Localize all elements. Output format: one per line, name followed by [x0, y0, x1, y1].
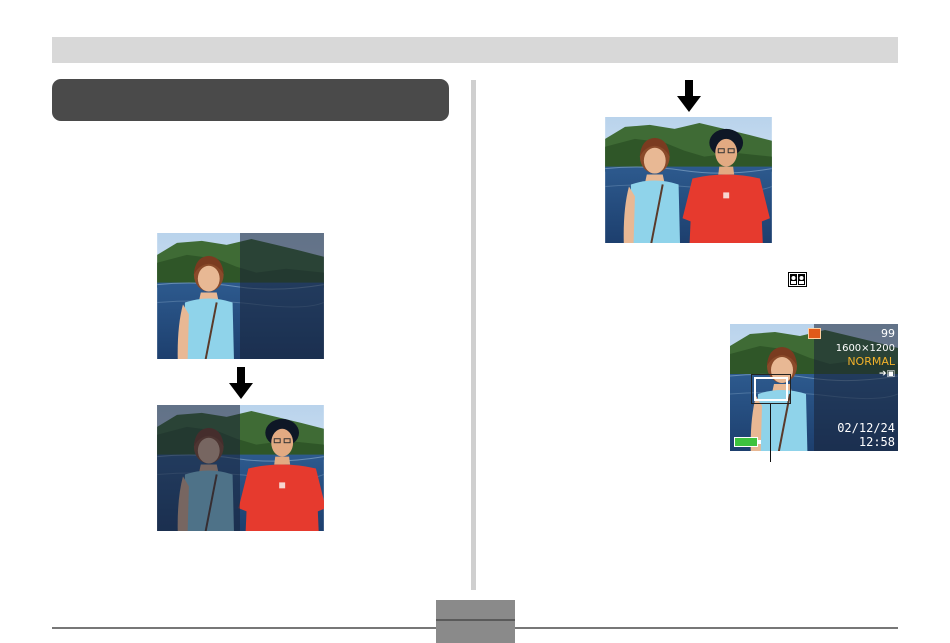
down-arrow-icon — [677, 80, 701, 112]
focus-lock-example-photo-1 — [157, 233, 324, 359]
focus-frame — [754, 377, 788, 401]
portrait-pair-icon — [788, 272, 807, 287]
date-display: 02/12/24 — [837, 421, 895, 435]
down-arrow-icon — [229, 367, 253, 399]
page-header-bar — [52, 37, 898, 63]
battery-icon — [734, 437, 761, 447]
callout-line — [770, 404, 771, 462]
flash-icon — [808, 328, 821, 339]
storage-icon: ➔▣ — [878, 369, 895, 379]
image-size: 1600×1200 — [835, 343, 895, 354]
dimmed-region — [240, 233, 324, 359]
dimmed-region — [157, 405, 240, 531]
final-composed-photo — [605, 117, 772, 243]
shots-remaining: 99 — [881, 327, 895, 340]
image-quality: NORMAL — [847, 355, 895, 368]
page-number-tab — [436, 600, 515, 643]
section-title-bar — [52, 79, 449, 121]
page-number-tab-line — [436, 619, 515, 621]
time-display: 12:58 — [858, 435, 895, 449]
focus-lock-example-photo-2 — [157, 405, 324, 531]
column-divider — [471, 80, 476, 590]
